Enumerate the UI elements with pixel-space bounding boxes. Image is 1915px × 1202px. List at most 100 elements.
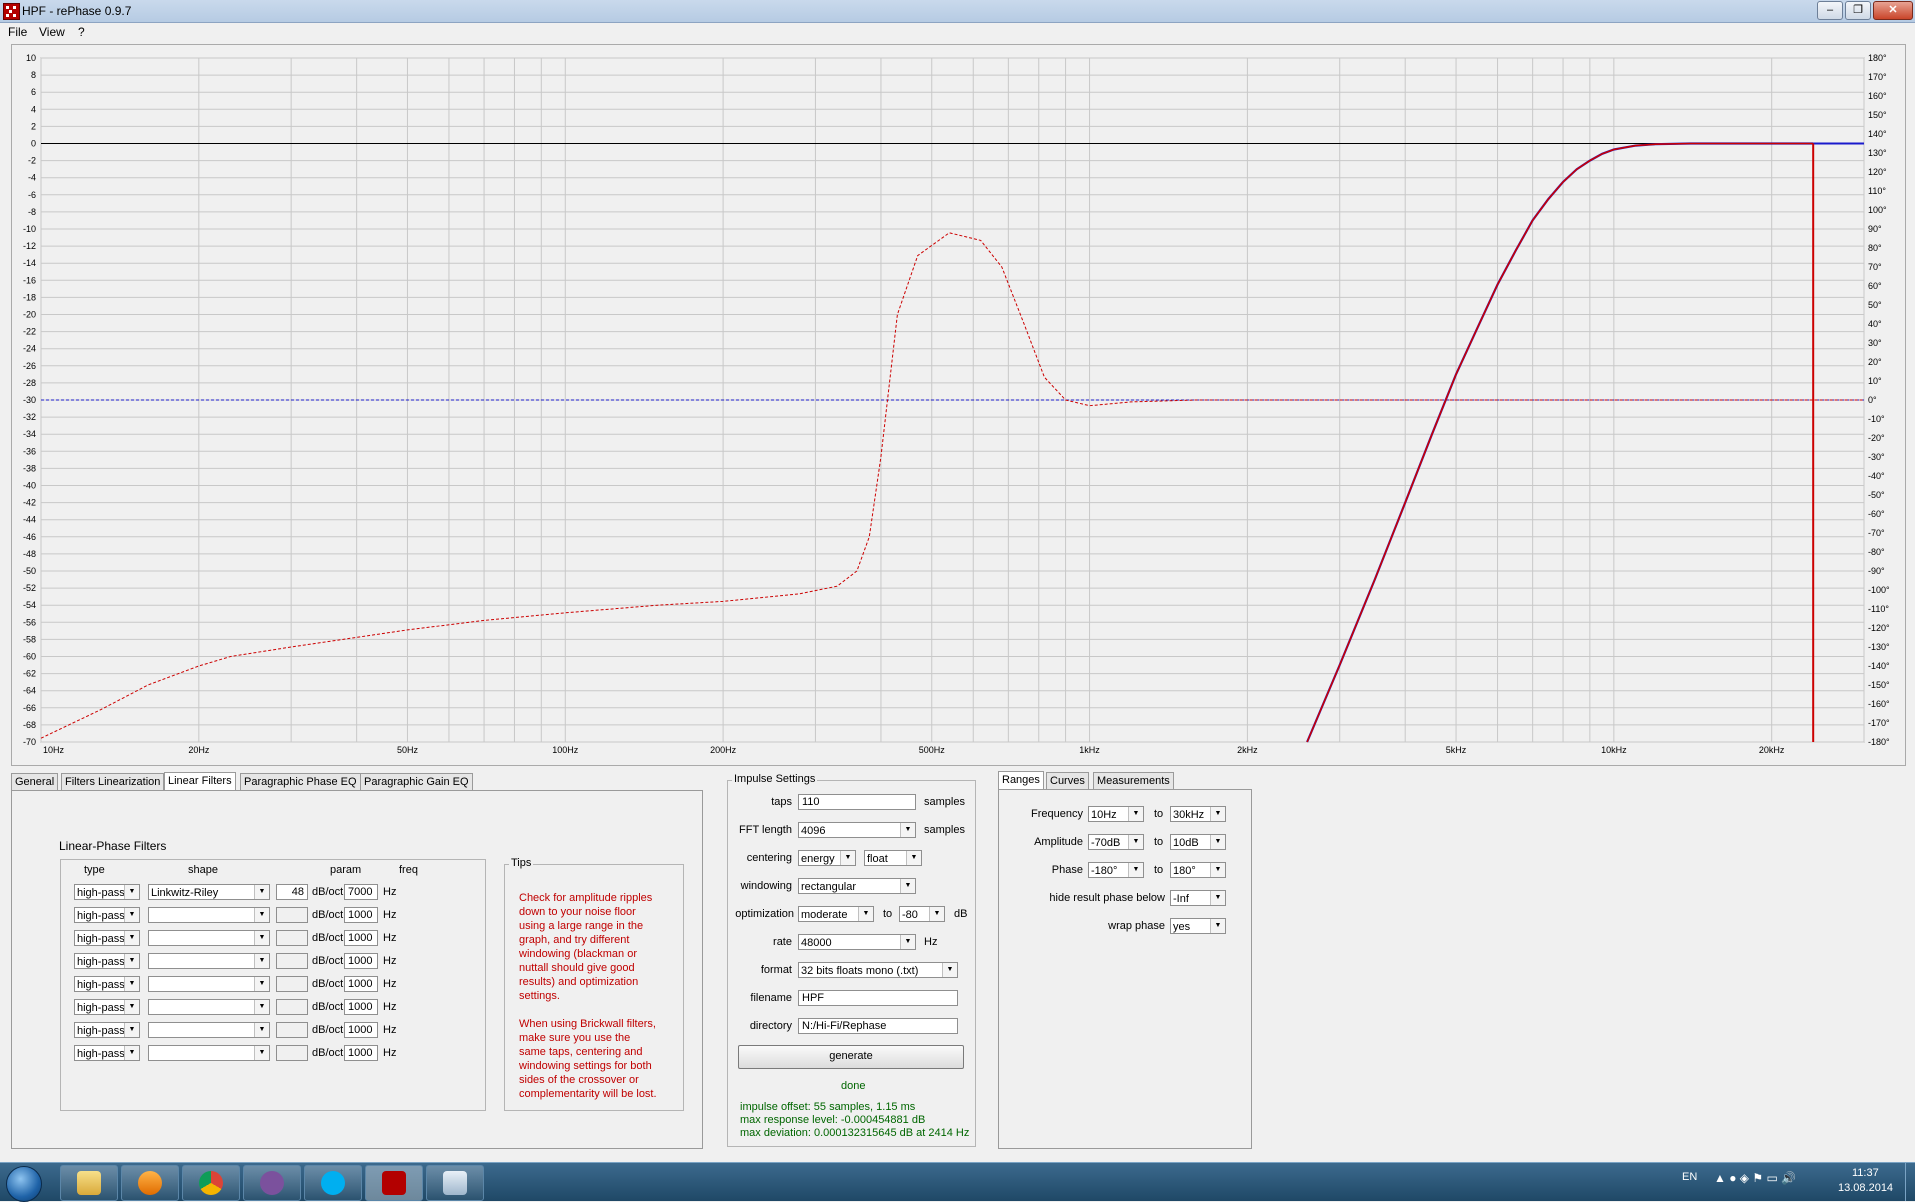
filter-shape-select[interactable]: ▼ — [148, 976, 270, 992]
filter-shape-select[interactable]: Linkwitz-Riley ▼ — [148, 884, 270, 900]
frequency-to-select[interactable]: 30kHz ▼ — [1170, 806, 1226, 822]
filter-param-input[interactable]: 48 — [276, 884, 308, 900]
generate-button[interactable]: generate — [738, 1045, 964, 1069]
tips-line: nuttall should give good — [519, 962, 635, 974]
centering-mode-select[interactable]: float ▼ — [864, 850, 922, 866]
phase-tick-label: 10° — [1868, 376, 1882, 386]
phase-to-select[interactable]: 180° ▼ — [1170, 862, 1226, 878]
filter-type-select[interactable]: high-pass ▼ — [74, 930, 140, 946]
response-graph[interactable]: 10 8 6 4 2 0 -2 -4 -6 -8 -10 -12 -14 -16 -18 -20 -22 -24 -… — [11, 44, 1906, 766]
filter-freq-input[interactable]: 7000 — [344, 884, 378, 900]
phase-to-value: 180° — [1173, 865, 1196, 877]
optimization-select[interactable]: moderate ▼ — [798, 906, 874, 922]
show-desktop-button[interactable] — [1905, 1163, 1915, 1201]
filter-freq-input[interactable]: 1000 — [344, 1022, 378, 1038]
filter-type-select[interactable]: high-pass ▼ — [74, 1045, 140, 1061]
filter-param-input[interactable] — [276, 999, 308, 1015]
filter-param-input[interactable] — [276, 1022, 308, 1038]
taskbar-window[interactable] — [426, 1165, 484, 1201]
centering-select[interactable]: energy ▼ — [798, 850, 856, 866]
filter-param-input[interactable] — [276, 953, 308, 969]
filter-param-input[interactable] — [276, 1045, 308, 1061]
filter-type-select[interactable]: high-pass ▼ — [74, 1022, 140, 1038]
tab-curves[interactable]: Curves — [1046, 772, 1089, 789]
filter-type-select[interactable]: high-pass ▼ — [74, 999, 140, 1015]
amplitude-to-select[interactable]: 10dB ▼ — [1170, 834, 1226, 850]
filter-param-input[interactable] — [276, 976, 308, 992]
filter-param-input[interactable] — [276, 930, 308, 946]
filter-type-select[interactable]: high-pass ▼ — [74, 884, 140, 900]
optimization-db-unit: dB — [954, 908, 968, 920]
frequency-from-select[interactable]: 10Hz ▼ — [1088, 806, 1144, 822]
restore-button[interactable]: ❐ — [1845, 1, 1871, 20]
filter-type-select[interactable]: high-pass ▼ — [74, 976, 140, 992]
start-button[interactable] — [6, 1166, 42, 1202]
optimization-to: to — [883, 908, 893, 920]
filter-param-input[interactable] — [276, 907, 308, 923]
filter-freq-unit: Hz — [383, 1047, 397, 1059]
tab-paragraphic-phase-eq[interactable]: Paragraphic Phase EQ — [240, 773, 361, 790]
format-label: format — [760, 964, 792, 976]
tab-filters-linearization[interactable]: Filters Linearization — [61, 773, 165, 790]
filter-shape-select[interactable]: ▼ — [148, 1022, 270, 1038]
amplitude-from-select[interactable]: -70dB ▼ — [1088, 834, 1144, 850]
tab-measurements[interactable]: Measurements — [1093, 772, 1174, 789]
tab-general[interactable]: General — [11, 773, 59, 790]
windowing-select[interactable]: rectangular ▼ — [798, 878, 916, 894]
language-indicator[interactable]: EN — [1682, 1171, 1697, 1183]
hide-phase-select[interactable]: -Inf ▼ — [1170, 890, 1226, 906]
app-icon — [3, 3, 20, 20]
tray-icons[interactable]: ▲ ● ◈ ⚑ ▭ 🔊 — [1714, 1171, 1796, 1185]
filter-param-unit: dB/oct — [312, 1001, 344, 1013]
filter-shape-select[interactable]: ▼ — [148, 907, 270, 923]
taskbar-viber[interactable] — [243, 1165, 301, 1201]
filter-freq-input[interactable]: 1000 — [344, 907, 378, 923]
filter-freq-unit: Hz — [383, 886, 397, 898]
tab-linear-filters[interactable]: Linear Filters — [164, 772, 236, 790]
viber-icon — [260, 1171, 284, 1195]
taskbar-skype[interactable] — [304, 1165, 362, 1201]
taskbar-media-player[interactable] — [121, 1165, 179, 1201]
filter-freq-input[interactable]: 1000 — [344, 953, 378, 969]
close-button[interactable]: ✕ — [1873, 1, 1913, 20]
filter-shape-select[interactable]: ▼ — [148, 953, 270, 969]
filter-freq-input[interactable]: 1000 — [344, 999, 378, 1015]
menu-view[interactable]: View — [39, 25, 65, 39]
tips-line: windowing (blackman or — [519, 948, 637, 960]
optimization-db-select[interactable]: -80 ▼ — [899, 906, 945, 922]
menu-help[interactable]: ? — [78, 25, 85, 39]
directory-input[interactable]: N:/Hi-Fi/Rephase — [798, 1018, 958, 1034]
filter-freq-input[interactable]: 1000 — [344, 1045, 378, 1061]
wrap-phase-select[interactable]: yes ▼ — [1170, 918, 1226, 934]
centering-value: energy — [801, 853, 835, 865]
filter-shape-select[interactable]: ▼ — [148, 999, 270, 1015]
filter-type-select[interactable]: high-pass ▼ — [74, 907, 140, 923]
taskbar-rephase[interactable] — [365, 1165, 423, 1201]
amplitude-to: to — [1154, 836, 1164, 848]
phase-from-select[interactable]: -180° ▼ — [1088, 862, 1144, 878]
graph-svg[interactable]: 10 8 6 4 2 0 -2 -4 -6 -8 -10 -12 -14 -16 -18 -20 -22 -24 -… — [12, 45, 1905, 765]
fft-length-select[interactable]: 4096 ▼ — [798, 822, 916, 838]
filename-input[interactable]: HPF — [798, 990, 958, 1006]
taskbar-chrome[interactable] — [182, 1165, 240, 1201]
filter-freq-input[interactable]: 1000 — [344, 930, 378, 946]
filter-freq-unit: Hz — [383, 909, 397, 921]
rate-select[interactable]: 48000 ▼ — [798, 934, 916, 950]
tips-line: make sure you use the — [519, 1032, 631, 1044]
minimize-button[interactable]: – — [1817, 1, 1843, 20]
format-select[interactable]: 32 bits floats mono (.txt) ▼ — [798, 962, 958, 978]
filter-shape-select[interactable]: ▼ — [148, 1045, 270, 1061]
menu-file[interactable]: File — [8, 25, 27, 39]
taskbar-explorer[interactable] — [60, 1165, 118, 1201]
tab-paragraphic-gain-eq[interactable]: Paragraphic Gain EQ — [360, 773, 473, 790]
filter-param-unit: dB/oct — [312, 1024, 344, 1036]
filter-shape-select[interactable]: ▼ — [148, 930, 270, 946]
clock-time: 11:37 — [1852, 1167, 1879, 1179]
taps-input[interactable]: 110 — [798, 794, 916, 810]
tips-line: graph, and try different — [519, 934, 630, 946]
filter-freq-input[interactable]: 1000 — [344, 976, 378, 992]
db-tick-label: -2 — [28, 156, 36, 166]
tab-ranges[interactable]: Ranges — [998, 771, 1044, 789]
header-param: param — [330, 864, 362, 876]
filter-type-select[interactable]: high-pass ▼ — [74, 953, 140, 969]
